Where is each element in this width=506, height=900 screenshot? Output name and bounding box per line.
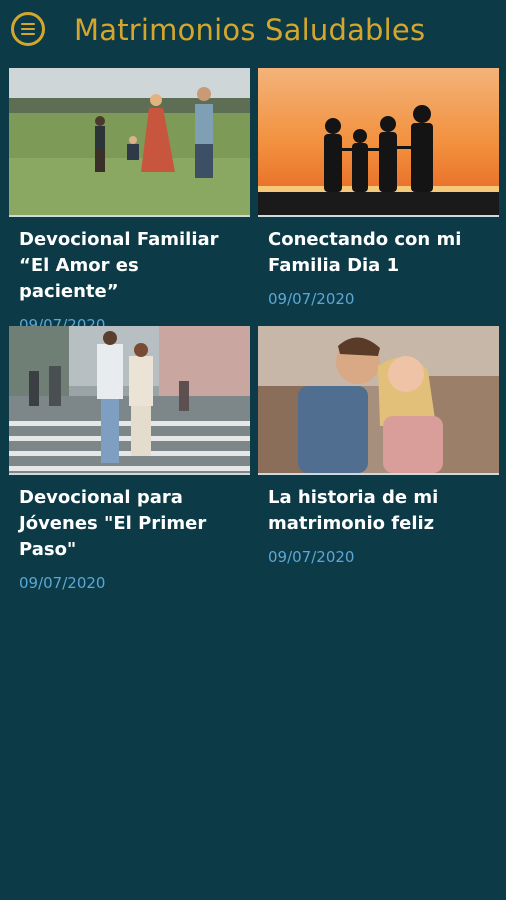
post-card[interactable]: La historia de mi matrimonio feliz 09/07… bbox=[258, 326, 499, 567]
page-title: Matrimonios Saludables bbox=[74, 13, 426, 47]
post-image-couple-embrace[interactable] bbox=[258, 326, 499, 475]
post-image-family-sunset[interactable] bbox=[258, 68, 499, 217]
post-title[interactable]: Devocional Familiar “El Amor es paciente… bbox=[19, 227, 240, 305]
post-date: 09/07/2020 bbox=[268, 548, 355, 566]
post-image-family-field[interactable] bbox=[9, 68, 250, 217]
post-date: 09/07/2020 bbox=[268, 290, 355, 308]
post-title[interactable]: Conectando con mi Familia Dia 1 bbox=[268, 227, 489, 279]
post-image-couple-street[interactable] bbox=[9, 326, 250, 475]
post-title[interactable]: La historia de mi matrimonio feliz bbox=[268, 485, 489, 537]
app-header: Matrimonios Saludables bbox=[0, 0, 506, 64]
post-card[interactable]: Conectando con mi Familia Dia 1 09/07/20… bbox=[258, 68, 499, 309]
post-card[interactable]: Devocional para Jóvenes "El Primer Paso"… bbox=[9, 326, 250, 593]
post-date: 09/07/2020 bbox=[19, 574, 106, 592]
hamburger-menu-icon[interactable] bbox=[11, 12, 45, 46]
post-title[interactable]: Devocional para Jóvenes "El Primer Paso" bbox=[19, 485, 240, 563]
post-card[interactable]: Devocional Familiar “El Amor es paciente… bbox=[9, 68, 250, 335]
